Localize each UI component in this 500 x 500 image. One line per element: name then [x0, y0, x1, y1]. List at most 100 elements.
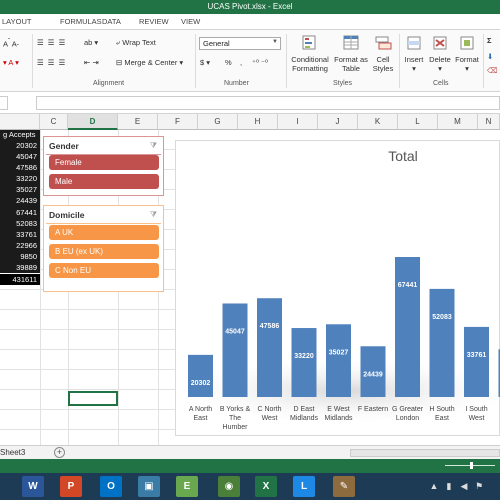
accepts-cell[interactable]: 52083: [0, 217, 40, 229]
column-header-b[interactable]: [0, 114, 40, 130]
volume-icon[interactable]: ◀: [458, 481, 470, 491]
chart-bar[interactable]: [395, 257, 420, 397]
conditional-formatting-button[interactable]: Conditional Formatting: [288, 35, 332, 73]
merge-center-button[interactable]: ⊟ Merge & Center ▾: [116, 58, 183, 67]
accepts-header-cell[interactable]: g Accepts: [0, 130, 40, 140]
ribbon-tabs: LAYOUT FORMULAS DATA REVIEW VIEW: [0, 14, 500, 30]
slicer-item-female[interactable]: Female: [49, 155, 159, 170]
fill-icon[interactable]: ⬇: [487, 52, 493, 61]
outlook-icon[interactable]: O: [100, 476, 122, 497]
zoom-slider-handle[interactable]: [470, 462, 473, 469]
formula-input[interactable]: [36, 96, 500, 110]
word-icon[interactable]: W: [22, 476, 44, 497]
accepts-cell[interactable]: 47586: [0, 162, 40, 174]
clear-filter-icon[interactable]: ⧩: [150, 141, 157, 151]
column-header-k[interactable]: K: [358, 114, 398, 130]
align-left-icon[interactable]: ☰ ☰ ☰: [37, 58, 66, 67]
tab-page-layout[interactable]: LAYOUT: [2, 17, 31, 26]
chart-bar[interactable]: [464, 326, 489, 397]
separator: [399, 34, 400, 88]
slicer-item-a-uk[interactable]: A UK: [49, 225, 159, 240]
pivot-chart[interactable]: Total 20302 45047 47586 33220 35027 24439 6744…: [175, 140, 500, 436]
clear-filter-icon[interactable]: ⧩: [150, 210, 157, 220]
cell-styles-button[interactable]: Cell Styles: [369, 35, 397, 73]
active-cell-selection[interactable]: [68, 391, 118, 406]
accepts-cell[interactable]: 9850: [0, 250, 40, 263]
slicer-item-c-non-eu[interactable]: C Non EU: [49, 263, 159, 278]
add-sheet-button[interactable]: +: [54, 447, 65, 458]
accepts-cell[interactable]: 33220: [0, 173, 40, 185]
tab-data[interactable]: DATA: [102, 17, 121, 26]
font-size-icon[interactable]: Aˆ Aˇ: [3, 38, 19, 51]
accounting-format-icon[interactable]: $ ▾: [200, 58, 210, 67]
accepts-cell[interactable]: 20302: [0, 140, 40, 152]
accepts-cell[interactable]: 45047: [0, 151, 40, 163]
format-button[interactable]: Format ▾: [453, 35, 481, 73]
tab-view[interactable]: VIEW: [181, 17, 200, 26]
tab-review[interactable]: REVIEW: [139, 17, 169, 26]
chart-bar[interactable]: [257, 298, 282, 397]
number-format-select[interactable]: General ▼: [199, 37, 281, 50]
comma-style-button[interactable]: ,: [240, 58, 242, 67]
accepts-cell[interactable]: 35027: [0, 184, 40, 196]
name-box[interactable]: [0, 96, 8, 110]
insert-button[interactable]: Insert ▾: [401, 35, 427, 73]
paint-icon[interactable]: ✎: [333, 476, 355, 497]
lync-icon[interactable]: L: [293, 476, 315, 497]
column-header-e[interactable]: E: [118, 114, 158, 130]
ribbon: Aˆ Aˇ ▾ A ▾ ☰ ☰ ☰ ab ▾ ⤶ Wrap Text ☰ ☰ ☰…: [0, 30, 500, 92]
chart-bar[interactable]: [291, 328, 317, 397]
column-header-l[interactable]: L: [398, 114, 438, 130]
column-header-h[interactable]: H: [238, 114, 278, 130]
separator: [483, 34, 484, 88]
chart-canvas: Total 20302 45047 47586 33220 35027 24439 6744…: [186, 148, 500, 431]
remote-icon[interactable]: ▣: [138, 476, 160, 497]
tray-expand-icon[interactable]: ▲: [428, 481, 440, 491]
column-header-m[interactable]: M: [438, 114, 478, 130]
chart-category-label: C North: [257, 406, 281, 413]
column-header-g[interactable]: G: [198, 114, 238, 130]
chart-bar[interactable]: [326, 324, 351, 397]
network-icon[interactable]: ▮: [443, 481, 455, 491]
tab-formulas[interactable]: FORMULAS: [60, 17, 102, 26]
excel-icon[interactable]: X: [255, 476, 277, 497]
clear-icon[interactable]: ⌫: [487, 66, 498, 75]
powerpoint-icon[interactable]: P: [60, 476, 82, 497]
accepts-cell[interactable]: 33761: [0, 228, 40, 240]
chrome-icon[interactable]: ◉: [218, 476, 240, 497]
column-header-i[interactable]: I: [278, 114, 318, 130]
horizontal-scrollbar[interactable]: [350, 449, 500, 457]
chart-bar[interactable]: [429, 288, 455, 397]
chart-bar[interactable]: [188, 354, 213, 397]
flag-icon[interactable]: ⚑: [473, 481, 485, 491]
accepts-cell[interactable]: 67441: [0, 206, 40, 218]
column-header-f[interactable]: F: [158, 114, 198, 130]
autosum-icon[interactable]: Σ: [487, 36, 492, 45]
orientation-icon[interactable]: ab ▾: [84, 38, 98, 47]
column-header-c[interactable]: C: [40, 114, 68, 130]
column-header-j[interactable]: J: [318, 114, 358, 130]
percent-style-button[interactable]: %: [225, 58, 232, 67]
format-as-table-button[interactable]: Format as Table: [333, 35, 369, 73]
accepts-cell[interactable]: 39889: [0, 262, 40, 274]
accepts-cell[interactable]: 22966: [0, 239, 40, 251]
align-top-icon[interactable]: ☰ ☰ ☰: [37, 38, 66, 47]
chart-data-label: 33761: [467, 352, 487, 359]
chart-category-label: East: [193, 415, 207, 422]
indent-icon[interactable]: ⇤ ⇥: [84, 58, 99, 67]
column-header-n[interactable]: N: [478, 114, 500, 130]
evernote-icon[interactable]: E: [176, 476, 198, 497]
font-color-icon[interactable]: ▾ A ▾: [3, 58, 19, 67]
delete-button[interactable]: Delete ▾: [427, 35, 453, 73]
sheet-tab-sheet3[interactable]: Sheet3: [0, 448, 25, 457]
wrap-text-button[interactable]: ⤶ Wrap Text: [116, 38, 156, 48]
increase-decimal-icon[interactable]: ⁺⁰ ⁻⁰: [252, 58, 268, 67]
column-header-d[interactable]: D: [68, 114, 118, 130]
separator: [195, 34, 196, 88]
accepts-cell[interactable]: 24439: [0, 195, 40, 207]
slicer-item-male[interactable]: Male: [49, 174, 159, 189]
chart-bar[interactable]: [222, 303, 248, 397]
slicer-item-b-eu[interactable]: B EU (ex UK): [49, 244, 159, 259]
accepts-total-cell[interactable]: 431611: [0, 274, 40, 286]
chart-x-labels: A North East B Yorks & The Humber C North West…: [189, 406, 488, 431]
